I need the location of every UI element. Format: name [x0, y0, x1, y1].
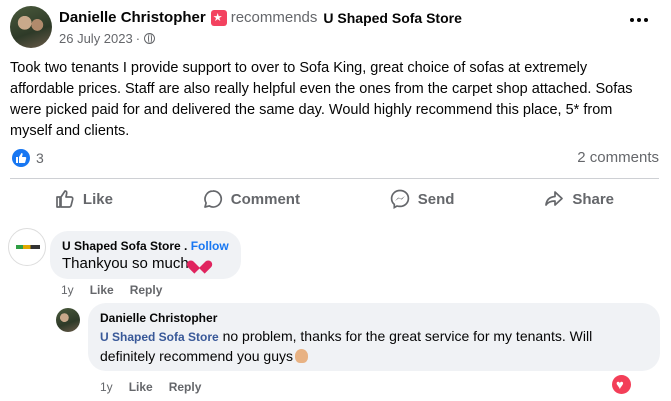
post-header: Danielle Christopher recommends U Shaped… — [10, 6, 660, 50]
recommends-label: recommends — [230, 9, 318, 26]
post-date[interactable]: 26 July 2023 — [59, 31, 133, 46]
heart-emoji-icon — [192, 255, 207, 269]
love-reaction-icon[interactable] — [612, 375, 631, 394]
page-name-link[interactable]: U Shaped Sofa Store — [323, 10, 461, 26]
comment-label: Comment — [230, 190, 300, 208]
reply-reply-link[interactable]: Reply — [169, 380, 202, 394]
comment-time[interactable]: 1y — [61, 283, 74, 297]
comment-button[interactable]: Comment — [193, 181, 310, 217]
comment-bubble: U Shaped Sofa Store . Follow Thankyou so… — [50, 231, 241, 279]
comment-text: Thankyou so much — [62, 255, 229, 272]
follow-link[interactable]: Follow — [191, 239, 229, 253]
comment-reply-link[interactable]: Reply — [130, 283, 163, 297]
comment-meta: 1y Like Reply — [61, 283, 162, 297]
like-icon — [56, 190, 74, 208]
post-meta: 26 July 2023 · — [59, 31, 156, 46]
divider — [10, 178, 659, 179]
follow-separator: . — [184, 239, 188, 253]
send-label: Send — [417, 190, 455, 208]
ok-hand-emoji-icon — [295, 349, 308, 363]
recommendation-icon — [210, 9, 227, 26]
reply-author[interactable]: Danielle Christopher — [100, 311, 648, 325]
reply-avatar[interactable] — [56, 308, 80, 332]
like-button[interactable]: Like — [45, 181, 123, 217]
date-separator: · — [135, 31, 141, 46]
like-reaction-icon[interactable] — [12, 149, 30, 167]
like-label: Like — [82, 190, 113, 208]
share-button[interactable]: Share — [534, 181, 624, 217]
comment-like-link[interactable]: Like — [90, 283, 114, 297]
author-name[interactable]: Danielle Christopher — [59, 9, 206, 26]
reply-text: U Shaped Sofa Store no problem, thanks f… — [100, 327, 648, 366]
send-button[interactable]: Send — [380, 181, 465, 217]
comment-author-name[interactable]: U Shaped Sofa Store — [62, 239, 181, 253]
post-body: Took two tenants I provide support to ov… — [10, 60, 633, 139]
action-bar: Like Comment Send Share — [10, 181, 659, 217]
comment-icon — [203, 190, 222, 208]
reaction-count[interactable]: 3 — [36, 150, 44, 166]
reply-meta: 1y Like Reply — [100, 380, 201, 394]
share-label: Share — [572, 190, 615, 208]
page-avatar[interactable] — [8, 228, 46, 266]
reactions-bar: 3 2 comments — [10, 147, 659, 169]
author-avatar[interactable] — [10, 6, 52, 48]
reply-bubble: Danielle Christopher U Shaped Sofa Store… — [88, 303, 660, 371]
reply-like-link[interactable]: Like — [129, 380, 153, 394]
globe-icon — [144, 33, 156, 44]
tagged-page-link[interactable]: U Shaped Sofa Store — [100, 330, 219, 344]
comment-count[interactable]: 2 comments — [577, 149, 659, 166]
messenger-icon — [390, 189, 410, 209]
comment-text-content: Thankyou so much — [62, 255, 189, 272]
reply-time[interactable]: 1y — [100, 380, 113, 394]
share-icon — [545, 191, 564, 206]
author-line: Danielle Christopher recommends U Shaped… — [59, 9, 462, 26]
more-options-icon[interactable] — [630, 18, 648, 22]
comment-author: U Shaped Sofa Store . Follow — [62, 239, 229, 253]
